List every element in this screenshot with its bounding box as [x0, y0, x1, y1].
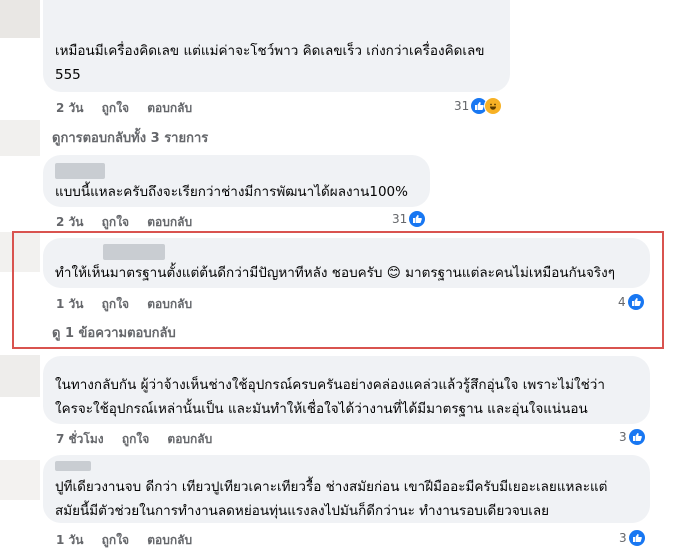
comment-actions: 2 วัน ถูกใจ ตอบกลับ [56, 213, 206, 232]
comment-text: แบบนี้แหละครับถึงจะเรียกว่าช่างมีการพัฒน… [55, 184, 408, 200]
timestamp-link[interactable]: 1 วัน [56, 533, 83, 547]
reply-button[interactable]: ตอบกลับ [167, 432, 212, 446]
avatar[interactable] [0, 460, 40, 500]
author-name[interactable] [55, 461, 91, 471]
timestamp-link[interactable]: 2 วัน [56, 101, 83, 115]
comment-actions: 7 ชั่วโมง ถูกใจ ตอบกลับ [56, 430, 226, 449]
comment-text: ปูทีเดียวงานจบ ดีกว่า เทียวปูเทียวเคาะเท… [55, 479, 608, 495]
like-button[interactable]: ถูกใจ [102, 215, 129, 229]
comment-text: ในทางกลับกัน ผู้ว่าจ้างเห็นช่างใช้อุปกรณ… [55, 377, 605, 393]
like-icon [628, 429, 645, 445]
avatar[interactable] [0, 355, 40, 397]
author-name[interactable] [55, 163, 105, 179]
comment-text: 555 [55, 67, 81, 83]
like-button[interactable]: ถูกใจ [102, 101, 129, 115]
reaction-count[interactable]: 31 [392, 211, 426, 227]
view-replies-link[interactable]: ดูการตอบกลับทั้ง 3 รายการ [52, 127, 208, 148]
reaction-count-label: 31 [392, 212, 408, 226]
reply-button[interactable]: ตอบกลับ [147, 215, 192, 229]
timestamp-link[interactable]: 2 วัน [56, 215, 83, 229]
like-button[interactable]: ถูกใจ [102, 533, 129, 547]
avatar[interactable] [0, 120, 40, 156]
reply-button[interactable]: ตอบกลับ [147, 533, 192, 547]
comment-text: ใครจะใช้อุปกรณ์เหล่านั้นเป็น และมันทำให้… [55, 401, 588, 417]
reply-button[interactable]: ตอบกลับ [147, 101, 192, 115]
reaction-count[interactable]: 3 [619, 429, 645, 445]
reaction-count-label: 31 [454, 99, 470, 113]
like-button[interactable]: ถูกใจ [122, 432, 149, 446]
avatar[interactable] [0, 0, 40, 38]
reaction-count[interactable]: 3 [619, 530, 645, 546]
reaction-count-label: 3 [619, 531, 627, 545]
reaction-count-label: 3 [619, 430, 627, 444]
timestamp-link[interactable]: 7 ชั่วโมง [56, 432, 104, 446]
comment-actions: 1 วัน ถูกใจ ตอบกลับ [56, 531, 206, 550]
comment-text: เหมือนมีเครื่องคิดเลข แต่แม่ค่าจะโชว์พาว… [55, 43, 485, 59]
like-icon [628, 530, 645, 546]
highlight-box [12, 231, 664, 349]
comment-text: สมัยนี้มีตัวช่วยในการทำงานลดหย่อนทุ่นแรง… [55, 503, 550, 519]
reaction-count[interactable]: 31 [454, 97, 503, 115]
like-icon [409, 211, 426, 227]
haha-icon [484, 97, 503, 115]
comment-actions: 2 วัน ถูกใจ ตอบกลับ [56, 99, 206, 118]
